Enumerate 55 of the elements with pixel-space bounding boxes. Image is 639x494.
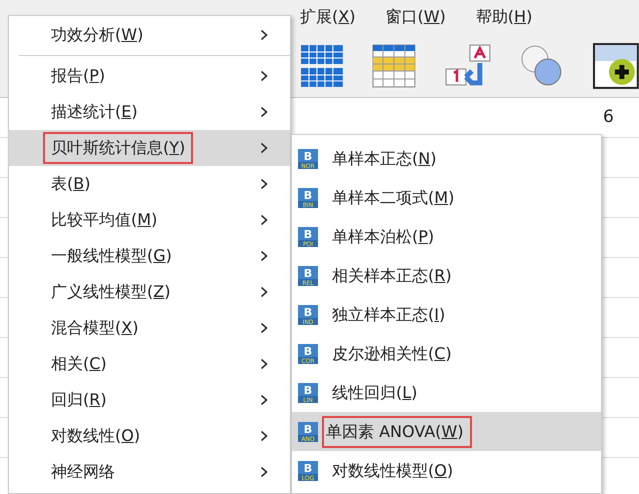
menu-item-label: 线性回归(L) (331, 382, 418, 404)
chevron-icon (260, 29, 268, 41)
chevron-icon (260, 322, 268, 334)
menu-item-label: 对数线性(O) (50, 425, 142, 447)
add-icon[interactable] (593, 42, 639, 88)
menu-item[interactable]: 一般线性模型(G) (9, 238, 290, 274)
menu-item-label: 比较平均值(M) (50, 209, 158, 231)
menu-item[interactable]: 帮助(H) (476, 5, 532, 29)
chevron-icon (260, 466, 268, 478)
menu-item-label: 贝叶斯统计信息(Y) (43, 132, 194, 164)
menu-item[interactable]: 广义线性模型(Z) (9, 274, 290, 310)
menu-item-label: 单因素 ANOVA(W) (322, 416, 472, 448)
menu-item[interactable]: 窗口(W) (385, 5, 446, 29)
menu-item[interactable]: 混合模型(X) (9, 310, 290, 346)
menu-item-label: 相关(C) (50, 353, 108, 375)
menu-item[interactable]: 相关(C) (9, 346, 290, 382)
menu-item[interactable]: 扩展(X) (300, 5, 356, 29)
menu-item[interactable]: 贝叶斯统计信息(Y) (9, 130, 290, 166)
menu-item-label: 一般线性模型(G) (50, 245, 173, 267)
chevron-icon (260, 250, 268, 262)
chevron-icon (260, 142, 268, 154)
menu-item[interactable]: 功效分析(W) (9, 17, 290, 53)
table-cell-text: 6 (602, 106, 615, 129)
menu-item-label: 神经网络 (50, 461, 116, 483)
menu-item-label: 单样本泊松(P) (331, 226, 436, 248)
menu-item[interactable]: 比较平均值(M) (9, 202, 290, 238)
menu-item-label: 表(B) (50, 173, 92, 195)
menu-item-label: 广义线性模型(Z) (50, 281, 172, 303)
chevron-icon (260, 70, 268, 82)
menu-item[interactable]: 对数线性(O) (9, 418, 290, 454)
menu-item-label: 混合模型(X) (50, 317, 140, 339)
chevron-icon (260, 430, 268, 442)
menu-item[interactable]: 神经网络 (9, 454, 290, 490)
menu-item[interactable]: 表(B) (9, 166, 290, 202)
menu-item-label: 单样本二项式(M) (331, 186, 456, 208)
relabel-icon[interactable] (444, 42, 492, 88)
menu-item-label: 描述统计(E) (50, 101, 139, 123)
menu-item[interactable]: 描述统计(E) (9, 94, 290, 130)
chevron-icon (260, 178, 268, 190)
chevron-icon (260, 358, 268, 370)
table-icon[interactable] (300, 42, 344, 88)
chevron-icon (260, 286, 268, 298)
menu-item-label: 皮尔逊相关性(C) (331, 342, 453, 364)
menu-item-label: 独立样本正态(I) (331, 304, 446, 326)
menu-item-label: 对数线性模型(O) (331, 460, 454, 482)
menu-item-label: 功效分析(W) (50, 24, 144, 46)
spreadsheet-icon[interactable] (372, 42, 416, 88)
chevron-icon (260, 106, 268, 118)
menu-item-label: 报告(P) (50, 65, 106, 87)
chevron-icon (260, 394, 268, 406)
menu-item-label: 回归(R) (50, 389, 108, 411)
menu-item-label: 相关样本正态(R) (331, 264, 453, 286)
menu-item[interactable]: 回归(R) (9, 382, 290, 418)
menu-item-label: 单样本正态(N) (331, 148, 438, 170)
chevron-icon (260, 214, 268, 226)
